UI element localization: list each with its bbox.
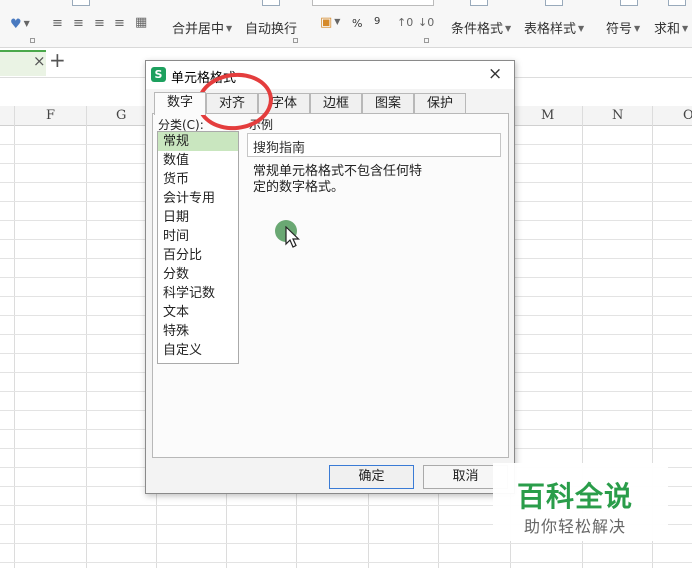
dialog-launcher-icon[interactable] (293, 38, 298, 43)
category-item-custom[interactable]: 自定义 (158, 341, 238, 360)
ribbon-icon-stub (72, 0, 90, 6)
column-header-n[interactable]: N (612, 108, 623, 123)
align-center-icon[interactable]: ≡ (73, 16, 84, 31)
ribbon-icon-stub (668, 0, 686, 6)
category-item-accounting[interactable]: 会计专用 (158, 189, 238, 208)
currency-icon[interactable]: ▣ ▼ (320, 15, 340, 30)
category-item-general[interactable]: 常规 (158, 132, 238, 151)
tab-border[interactable]: 边框 (310, 93, 362, 114)
column-header-g[interactable]: G (116, 108, 126, 123)
sample-preview: 搜狗指南 (247, 133, 501, 157)
sum-label: 求和 (654, 22, 681, 37)
add-tab-icon[interactable]: + (49, 48, 66, 72)
category-item-text[interactable]: 文本 (158, 303, 238, 322)
watermark-logo: 百科全说 助你轻松解决 (493, 463, 668, 541)
format-cells-dialog: S 单元格格式 × 数字 对齐 字体 边框 图案 保护 分类(C): 常规 数值… (145, 60, 515, 494)
format-description: 常规单元格格式不包含任何特定的数字格式。 (253, 164, 423, 195)
symbol-button[interactable]: 符号 ▼ (606, 18, 640, 37)
category-item-fraction[interactable]: 分数 (158, 265, 238, 284)
grid-line (0, 562, 692, 563)
column-header-f[interactable]: F (46, 108, 55, 123)
sum-button[interactable]: 求和 ▼ (654, 18, 688, 37)
category-item-scientific[interactable]: 科学记数 (158, 284, 238, 303)
close-icon[interactable]: × (488, 64, 502, 84)
auto-wrap-button[interactable]: 自动换行 (245, 18, 297, 37)
table-style-button[interactable]: 表格样式 ▼ (524, 18, 584, 37)
number-tab-panel: 分类(C): 常规 数值 货币 会计专用 日期 时间 百分比 分数 科学记数 文… (152, 113, 509, 458)
watermark-subtitle: 助你轻松解决 (524, 517, 627, 536)
decrease-decimal-icon[interactable]: ↓0 (418, 16, 434, 29)
category-item-date[interactable]: 日期 (158, 208, 238, 227)
column-header-m[interactable]: M (541, 108, 554, 123)
align-left-icon[interactable]: ≡ (52, 16, 63, 31)
dialog-launcher-icon[interactable] (424, 38, 429, 43)
tab-protection[interactable]: 保护 (414, 93, 466, 114)
ribbon-icon-stub (620, 0, 638, 6)
ribbon-toolbar: ♥ ▼ ≡ ≡ ≡ ≡ ▦ 合并居中 ▼ 自动换行 ▣ ▼ % 9 ↑0 ↓0 条件格… (0, 0, 692, 48)
symbol-label: 符号 (606, 22, 633, 37)
conditional-format-label: 条件格式 (451, 22, 504, 37)
category-list[interactable]: 常规 数值 货币 会计专用 日期 时间 百分比 分数 科学记数 文本 特殊 自定… (157, 131, 239, 364)
percent-button[interactable]: % (352, 17, 362, 30)
ribbon-icon-stub (470, 0, 488, 6)
column-header-o[interactable]: O (683, 108, 692, 123)
category-item-currency[interactable]: 货币 (158, 170, 238, 189)
dialog-title-bar[interactable]: S 单元格格式 × (146, 61, 514, 89)
comma-style-button[interactable]: 9 (374, 16, 380, 27)
app-logo-icon: S (151, 67, 166, 82)
watermark-title: 百科全说 (517, 480, 634, 513)
merge-center-label: 合并居中 (172, 22, 225, 37)
category-item-time[interactable]: 时间 (158, 227, 238, 246)
align-right-icon[interactable]: ≡ (94, 16, 105, 31)
category-item-number[interactable]: 数值 (158, 151, 238, 170)
ribbon-icon-stub (545, 0, 563, 6)
grid-line (14, 106, 15, 568)
category-item-percentage[interactable]: 百分比 (158, 246, 238, 265)
close-tab-icon[interactable]: × (33, 52, 46, 70)
justify-icon[interactable]: ≡ (114, 16, 125, 31)
table-style-label: 表格样式 (524, 22, 577, 37)
merge-center-button[interactable]: 合并居中 ▼ (172, 18, 232, 37)
increase-decimal-icon[interactable]: ↑0 (397, 16, 413, 29)
fill-color-icon[interactable]: ♥ ▼ (10, 17, 30, 32)
grid-line (86, 106, 87, 568)
grid-line (0, 543, 692, 544)
tab-number[interactable]: 数字 (154, 92, 206, 115)
tab-pattern[interactable]: 图案 (362, 93, 414, 114)
dialog-launcher-icon[interactable] (30, 38, 35, 43)
distributed-align-icon[interactable]: ▦ (135, 15, 147, 30)
mouse-pointer-icon (285, 226, 300, 248)
category-item-special[interactable]: 特殊 (158, 322, 238, 341)
ribbon-icon-stub (262, 0, 280, 6)
number-format-select[interactable] (312, 0, 434, 6)
ok-button[interactable]: 确定 (329, 465, 414, 489)
conditional-format-button[interactable]: 条件格式 ▼ (451, 18, 511, 37)
